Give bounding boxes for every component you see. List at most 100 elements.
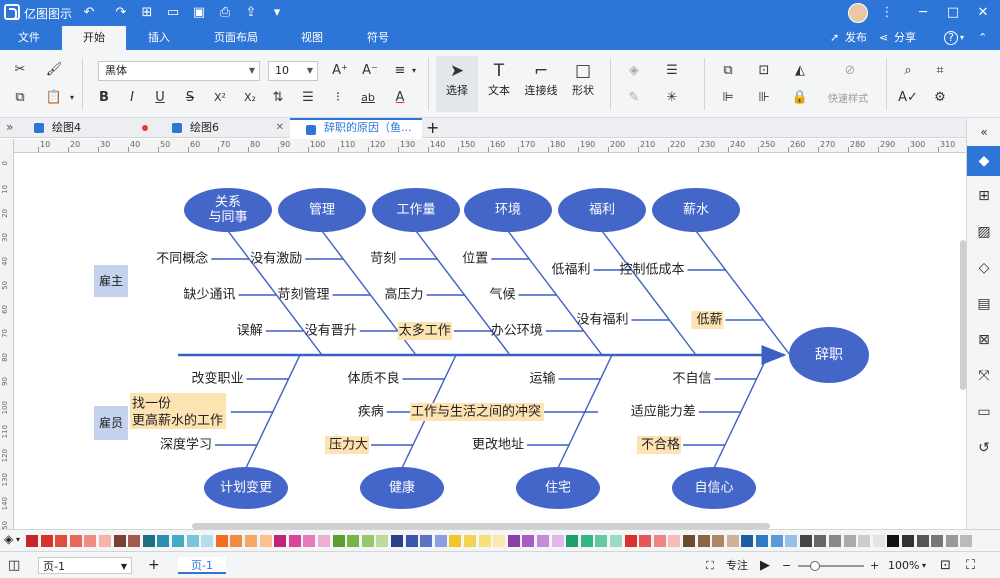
tab-view[interactable]: 视图	[292, 26, 332, 50]
presentation-icon[interactable]: ▭	[974, 402, 994, 422]
expand-panel-icon[interactable]: »	[6, 120, 13, 134]
color-swatch[interactable]	[610, 535, 622, 547]
publish-button[interactable]: 发布	[845, 26, 867, 50]
color-swatch[interactable]	[288, 535, 301, 547]
color-swatch[interactable]	[128, 535, 141, 547]
doc-tab-2[interactable]: 绘图6 ✕	[156, 118, 290, 138]
color-swatch[interactable]	[566, 535, 579, 547]
page-icon[interactable]: ▤	[974, 294, 994, 314]
color-swatch[interactable]	[858, 535, 871, 547]
line-spacing-icon[interactable]: ☰	[298, 88, 318, 108]
fit-icon[interactable]: ⤧	[974, 366, 994, 386]
zoom-dropdown-icon[interactable]: ▾	[922, 557, 926, 574]
redo-icon[interactable]: ↷	[112, 4, 130, 22]
highlight-color-icon[interactable]: ab	[358, 88, 378, 108]
color-swatch[interactable]	[872, 535, 885, 547]
fishbone-diagram[interactable]: 辞职 关系与同事 管理 工作量 环境 福利 薪水计划变更 健康 住宅 自信心 雇主雇员 不同概念缺少通…	[14, 153, 966, 529]
color-swatch[interactable]	[318, 535, 330, 547]
page-tab-1[interactable]: 页-1	[178, 557, 226, 574]
bring-front-icon[interactable]: ⧉	[718, 61, 738, 81]
close-tab-icon[interactable]: ✕	[276, 118, 284, 138]
effects-icon[interactable]: ✳	[662, 88, 682, 108]
open-folder-icon[interactable]: ▭	[164, 4, 182, 22]
collapse-panel-icon[interactable]: «	[974, 122, 994, 142]
close-button[interactable]: ✕	[972, 2, 994, 24]
grid-icon[interactable]: ⊞	[974, 186, 994, 206]
drawing-canvas[interactable]: 辞职 关系 与同事 管理 工作量 环境 福利 薪水 计划变更 健康 住宅 自信心 雇主 雇员 不同概念 缺少通…	[14, 153, 966, 529]
quick-style-icon[interactable]: ⊘	[840, 61, 860, 81]
color-swatch[interactable]	[40, 535, 53, 547]
color-swatch[interactable]	[259, 535, 272, 547]
export-icon[interactable]: ⇪	[242, 4, 260, 22]
italic-icon[interactable]: I	[122, 88, 142, 108]
zoom-in-icon[interactable]: +	[870, 557, 879, 574]
copy-icon[interactable]: ⧉	[10, 88, 30, 108]
color-swatch[interactable]	[902, 535, 914, 547]
color-swatch[interactable]	[113, 535, 126, 547]
zoom-slider-handle[interactable]	[810, 561, 820, 571]
color-swatch[interactable]	[26, 535, 38, 547]
collapse-ribbon-icon[interactable]: ⌃	[978, 26, 987, 50]
color-swatch[interactable]	[215, 535, 228, 547]
history-icon[interactable]: ↺	[974, 438, 994, 458]
color-swatch[interactable]	[595, 535, 608, 547]
tab-home[interactable]: 开始	[62, 26, 126, 50]
color-swatch[interactable]	[99, 535, 111, 547]
page-panel-icon[interactable]: ◫	[8, 557, 20, 574]
color-swatch[interactable]	[157, 535, 170, 547]
superscript-icon[interactable]: X²	[210, 88, 230, 108]
group-icon[interactable]: ⊡	[754, 61, 774, 81]
color-swatch[interactable]	[142, 535, 155, 547]
align-dropdown-icon[interactable]: ▾	[404, 61, 424, 81]
help-dropdown-icon[interactable]: ▾	[960, 26, 964, 50]
focus-icon[interactable]: ⛶	[706, 557, 714, 574]
help-icon[interactable]: ?	[944, 31, 958, 45]
color-swatch[interactable]	[464, 535, 476, 547]
share-icon[interactable]: ⋖	[879, 26, 888, 50]
color-swatch[interactable]	[683, 535, 695, 547]
color-swatch[interactable]	[668, 535, 681, 547]
color-swatch[interactable]	[507, 535, 520, 547]
color-swatch[interactable]	[756, 535, 768, 547]
shape-tool-button[interactable]: □ 形状	[562, 56, 604, 112]
line-style-icon[interactable]: ☰	[662, 61, 682, 81]
subscript-icon[interactable]: X₂	[240, 88, 260, 108]
color-swatch[interactable]	[522, 535, 535, 547]
undo-icon[interactable]: ↶	[80, 4, 98, 22]
color-swatch[interactable]	[230, 535, 243, 547]
share-button[interactable]: 分享	[894, 26, 916, 50]
color-swatch[interactable]	[201, 535, 214, 547]
color-swatch[interactable]	[391, 535, 403, 547]
cut-icon[interactable]: ✂	[10, 60, 30, 80]
flip-icon[interactable]: ◭	[790, 61, 810, 81]
color-swatch[interactable]	[580, 535, 593, 547]
color-swatch[interactable]	[785, 535, 798, 547]
new-tab-button[interactable]: +	[426, 118, 439, 138]
font-name-select[interactable]: 黑体 ▼	[98, 61, 260, 81]
new-file-icon[interactable]: ⊞	[138, 4, 156, 22]
color-swatch[interactable]	[303, 535, 316, 547]
color-swatch[interactable]	[449, 535, 462, 547]
tab-symbols[interactable]: 符号	[358, 26, 398, 50]
color-swatch[interactable]	[814, 535, 827, 547]
color-swatch[interactable]	[84, 535, 97, 547]
font-size-select[interactable]: 10 ▼	[268, 61, 318, 81]
color-swatch[interactable]	[478, 535, 491, 547]
palette-dropdown-icon[interactable]: ▾	[16, 535, 20, 544]
color-swatch[interactable]	[799, 535, 812, 547]
paint-bucket-icon[interactable]: ◈	[4, 532, 13, 546]
distribute-icon[interactable]: ⊪	[754, 88, 774, 108]
focus-button[interactable]: 专注	[726, 557, 748, 574]
play-icon[interactable]: ▶	[760, 557, 770, 574]
color-swatch[interactable]	[712, 535, 725, 547]
data-icon[interactable]: ⊠	[974, 330, 994, 350]
strikethrough-icon[interactable]: S	[180, 88, 200, 108]
font-color-icon[interactable]: A	[390, 88, 410, 108]
increase-font-icon[interactable]: A⁺	[330, 61, 350, 81]
page-select[interactable]: 页-1 ▼	[38, 557, 132, 574]
color-swatch[interactable]	[653, 535, 666, 547]
select-tool-button[interactable]: ➤ 选择	[436, 56, 478, 112]
tools-icon[interactable]: ⚙	[930, 88, 950, 108]
underline-icon[interactable]: U	[150, 88, 170, 108]
decrease-font-icon[interactable]: A⁻	[360, 61, 380, 81]
